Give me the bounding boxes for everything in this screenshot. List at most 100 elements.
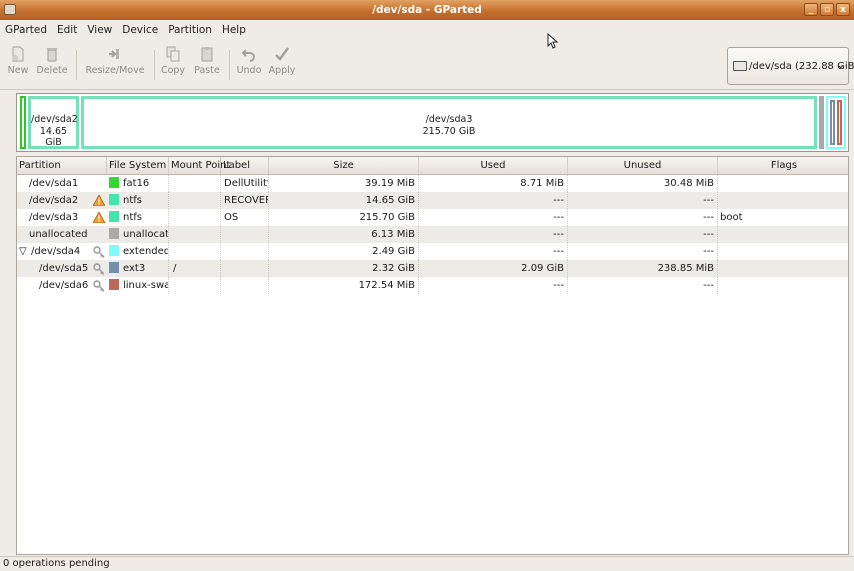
menu-gparted[interactable]: GParted: [0, 20, 52, 41]
column-header-unused[interactable]: Unused: [568, 157, 718, 174]
mount-point-cell: /: [169, 260, 221, 277]
mount-point-cell: [169, 192, 221, 209]
file-system-color-swatch: [109, 245, 119, 256]
file-system-color-swatch: [109, 177, 119, 188]
key-icon: [93, 277, 107, 294]
file-system-color-swatch: [109, 279, 119, 290]
table-row[interactable]: /dev/sda5 ext3/ 2.32 GiB 2.09 GiB 238.85 MiB: [17, 260, 848, 277]
table-row[interactable]: /dev/sda6linux-swap172.54 MiB------: [17, 277, 848, 294]
visual-partition-size: 215.70 GiB: [422, 126, 476, 137]
toolbar-separator: [154, 50, 155, 80]
mount-point-cell: [169, 226, 221, 243]
resize-move-icon: [109, 49, 119, 59]
undo-button[interactable]: Undo: [234, 46, 264, 86]
used-cell: ---: [419, 243, 568, 260]
column-header-partition[interactable]: Partition: [17, 157, 107, 174]
used-cell: 8.71 MiB: [419, 175, 568, 192]
copy-button[interactable]: Copy: [158, 46, 188, 86]
partition-name: /dev/sda6: [39, 280, 89, 291]
used-cell: ---: [419, 209, 568, 226]
new-button[interactable]: New: [3, 46, 33, 86]
label-cell: DellUtility: [221, 175, 269, 192]
menu-edit[interactable]: Edit: [52, 20, 82, 41]
column-header-used[interactable]: Used: [419, 157, 568, 174]
visual-partition-sda3[interactable]: /dev/sda3 215.70 GiB: [81, 96, 817, 149]
visual-partition-sda4[interactable]: [826, 96, 846, 149]
close-button[interactable]: x: [836, 3, 850, 16]
visual-unallocated[interactable]: [819, 96, 824, 149]
apply-icon: [275, 47, 290, 61]
unused-cell: ---: [568, 277, 718, 294]
file-system-cell: ntfs: [107, 209, 169, 226]
mouse-cursor-icon: [547, 33, 559, 49]
flags-cell: [720, 192, 848, 209]
file-system-cell: ntfs: [107, 192, 169, 209]
toolbar-separator: [229, 50, 230, 80]
table-row[interactable]: unallocatedunallocated6.13 MiB------: [17, 226, 848, 243]
partition-name: unallocated: [29, 229, 88, 240]
flags-cell: [720, 226, 848, 243]
maximize-button[interactable]: ▫: [820, 3, 834, 16]
resize-move-button[interactable]: Resize/Move: [81, 46, 149, 86]
partition-table: Partition File System Mount Point Label …: [16, 156, 849, 555]
file-system-cell: ext3: [107, 260, 169, 277]
table-header: Partition File System Mount Point Label …: [17, 157, 848, 175]
flags-cell: [720, 277, 848, 294]
label-cell: RECOVERY: [221, 192, 269, 209]
menu-partition[interactable]: Partition: [163, 20, 217, 41]
mount-point-cell: [169, 277, 221, 294]
column-header-file-system[interactable]: File System: [107, 157, 169, 174]
visual-partition-sda6[interactable]: [837, 100, 842, 145]
file-system-cell: linux-swap: [107, 277, 169, 294]
apply-button[interactable]: Apply: [266, 46, 298, 86]
status-bar: 0 operations pending: [0, 556, 854, 571]
partition-name: /dev/sda3: [29, 212, 79, 223]
paste-button[interactable]: Paste: [191, 46, 223, 86]
visual-partition-sda1[interactable]: [20, 96, 26, 149]
mount-point-cell: [169, 209, 221, 226]
file-system-cell: extended: [107, 243, 169, 260]
menu-view[interactable]: View: [82, 20, 117, 41]
copy-icon: [166, 46, 180, 62]
column-header-flags[interactable]: Flags: [718, 157, 848, 174]
column-header-size[interactable]: Size: [269, 157, 419, 174]
size-cell: 215.70 GiB: [269, 209, 419, 226]
flags-cell: [720, 243, 848, 260]
label-cell: [221, 260, 269, 277]
used-cell: 2.09 GiB: [419, 260, 568, 277]
table-row[interactable]: /dev/sda1 fat16 DellUtility 39.19 MiB 8.71 M…: [17, 175, 848, 192]
visual-partition-sda2[interactable]: /dev/sda2 14.65 GiB: [28, 96, 79, 149]
unused-cell: 30.48 MiB: [568, 175, 718, 192]
size-cell: 2.49 GiB: [269, 243, 419, 260]
label-cell: [221, 277, 269, 294]
unused-cell: ---: [568, 192, 718, 209]
flags-cell: [720, 175, 848, 192]
delete-icon: [47, 48, 57, 62]
expander-icon[interactable]: ▽: [19, 243, 29, 260]
menu-help[interactable]: Help: [217, 20, 251, 41]
disk-visual-map: /dev/sda2 14.65 GiB /dev/sda3 215.70 GiB: [16, 93, 849, 152]
harddisk-icon: [733, 61, 747, 71]
minimize-button[interactable]: _: [804, 3, 818, 16]
flags-cell: boot: [720, 212, 743, 223]
size-cell: 172.54 MiB: [269, 277, 419, 294]
column-header-mount-point[interactable]: Mount Point: [169, 157, 230, 174]
partition-name: /dev/sda4: [31, 246, 81, 257]
key-icon: [93, 243, 107, 260]
table-row[interactable]: /dev/sda2ntfsRECOVERY14.65 GiB------: [17, 192, 848, 209]
device-selector[interactable]: /dev/sda (232.88 GiB) ⌄: [727, 47, 854, 85]
file-system-cell: unallocated: [107, 226, 169, 243]
warning-icon: [93, 209, 107, 226]
unused-cell: ---: [568, 209, 718, 226]
visual-partition-name: /dev/sda2: [31, 114, 78, 125]
delete-button[interactable]: Delete: [35, 46, 69, 86]
undo-icon: [241, 49, 255, 62]
partition-name: /dev/sda1: [29, 178, 79, 189]
visual-partition-sda5[interactable]: [830, 100, 835, 145]
table-row[interactable]: ▽/dev/sda4 extended 2.49 GiB --- ---: [17, 243, 848, 260]
menu-device[interactable]: Device: [117, 20, 163, 41]
column-header-label[interactable]: Label: [221, 157, 269, 174]
used-cell: ---: [419, 226, 568, 243]
file-system-color-swatch: [109, 262, 119, 273]
table-row[interactable]: /dev/sda3 ntfs OS 215.70 GiB --- --- boot: [17, 209, 848, 226]
